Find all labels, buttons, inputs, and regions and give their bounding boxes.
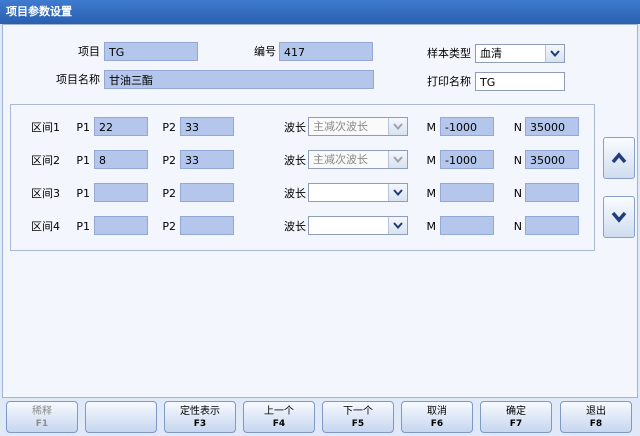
arrow-up-icon xyxy=(611,152,627,164)
button-key: F8 xyxy=(589,419,603,429)
p1-label: P1 xyxy=(76,154,90,167)
m-label: M xyxy=(426,187,437,200)
p2-field[interactable] xyxy=(180,183,234,202)
scroll-down-button[interactable] xyxy=(603,196,635,238)
sample-type-value: 血清 xyxy=(480,47,502,60)
wave-select[interactable] xyxy=(308,183,408,202)
p1-field[interactable]: 22 xyxy=(94,117,148,136)
wave-select[interactable]: 主减次波长 xyxy=(308,117,408,136)
code-label: 编号 xyxy=(254,45,276,58)
button-label: 退出 xyxy=(586,406,606,417)
m-field[interactable]: -1000 xyxy=(440,150,494,169)
scroll-up-button[interactable] xyxy=(603,137,635,179)
n-field[interactable]: 35000 xyxy=(525,150,579,169)
button-label: 上一个 xyxy=(264,406,294,417)
chevron-down-icon[interactable] xyxy=(388,118,407,135)
button-key: F5 xyxy=(351,419,365,429)
p2-label: P2 xyxy=(162,220,176,233)
interval-label: 区间2 xyxy=(31,154,60,167)
wave-select[interactable] xyxy=(308,216,408,235)
dilute-button[interactable]: 稀释 F1 xyxy=(6,401,78,433)
p2-field[interactable]: 33 xyxy=(180,117,234,136)
p2-field[interactable] xyxy=(180,216,234,235)
p1-label: P1 xyxy=(76,121,90,134)
p1-label: P1 xyxy=(76,187,90,200)
n-field[interactable] xyxy=(525,216,579,235)
exit-button[interactable]: 退出 F8 xyxy=(560,401,632,433)
m-field[interactable]: -1000 xyxy=(440,117,494,136)
next-button[interactable]: 下一个 F5 xyxy=(322,401,394,433)
chevron-down-icon[interactable] xyxy=(545,45,564,62)
print-name-field[interactable]: TG xyxy=(475,72,565,91)
item-name-field[interactable]: 甘油三酯 xyxy=(104,70,374,89)
interval-label: 区间1 xyxy=(31,121,60,134)
p2-label: P2 xyxy=(162,154,176,167)
p1-field[interactable] xyxy=(94,216,148,235)
sample-type-select[interactable]: 血清 xyxy=(475,44,565,63)
p1-label: P1 xyxy=(76,220,90,233)
n-label: N xyxy=(513,154,522,167)
n-field[interactable]: 35000 xyxy=(525,117,579,136)
interval-label: 区间4 xyxy=(31,220,60,233)
wave-value: 主减次波长 xyxy=(313,120,368,133)
button-label: 稀释 xyxy=(32,406,52,417)
n-label: N xyxy=(513,220,522,233)
m-label: M xyxy=(426,220,437,233)
button-label: 下一个 xyxy=(343,406,373,417)
chevron-down-icon[interactable] xyxy=(388,151,407,168)
button-label: 定性表示 xyxy=(180,406,220,417)
window-title: 项目参数设置 xyxy=(0,0,640,24)
item-label: 项目 xyxy=(78,45,100,58)
code-field[interactable]: 417 xyxy=(279,42,373,61)
empty-button[interactable] xyxy=(85,401,157,433)
p1-field[interactable]: 8 xyxy=(94,150,148,169)
print-name-label: 打印名称 xyxy=(427,75,471,88)
p1-field[interactable] xyxy=(94,183,148,202)
m-label: M xyxy=(426,154,437,167)
m-field[interactable] xyxy=(440,216,494,235)
m-field[interactable] xyxy=(440,183,494,202)
cancel-button[interactable]: 取消 F6 xyxy=(401,401,473,433)
previous-button[interactable]: 上一个 F4 xyxy=(243,401,315,433)
wave-select[interactable]: 主减次波长 xyxy=(308,150,408,169)
p2-label: P2 xyxy=(162,121,176,134)
button-key: F6 xyxy=(430,419,444,429)
chevron-down-icon[interactable] xyxy=(388,184,407,201)
qualitative-display-button[interactable]: 定性表示 F3 xyxy=(164,401,236,433)
wave-label: 波长 xyxy=(284,154,306,167)
wave-value: 主减次波长 xyxy=(313,153,368,166)
p2-field[interactable]: 33 xyxy=(180,150,234,169)
n-label: N xyxy=(513,121,522,134)
item-name-label: 项目名称 xyxy=(56,73,100,86)
button-key: F3 xyxy=(193,419,207,429)
confirm-button[interactable]: 确定 F7 xyxy=(480,401,552,433)
n-field[interactable] xyxy=(525,183,579,202)
n-label: N xyxy=(513,187,522,200)
arrow-down-icon xyxy=(611,211,627,223)
wave-label: 波长 xyxy=(284,121,306,134)
interval-label: 区间3 xyxy=(31,187,60,200)
m-label: M xyxy=(426,121,437,134)
button-key: F4 xyxy=(272,419,286,429)
item-field[interactable]: TG xyxy=(104,42,198,61)
wave-label: 波长 xyxy=(284,187,306,200)
button-key: F1 xyxy=(35,419,49,429)
chevron-down-icon[interactable] xyxy=(388,217,407,234)
function-key-bar: 稀释 F1 定性表示 F3 上一个 F4 下一个 F5 取消 F6 确定 F7 … xyxy=(0,398,640,436)
button-key: F7 xyxy=(509,419,523,429)
p2-label: P2 xyxy=(162,187,176,200)
sample-type-label: 样本类型 xyxy=(427,47,471,60)
button-label: 确定 xyxy=(506,406,526,417)
button-label: 取消 xyxy=(427,406,447,417)
wave-label: 波长 xyxy=(284,220,306,233)
